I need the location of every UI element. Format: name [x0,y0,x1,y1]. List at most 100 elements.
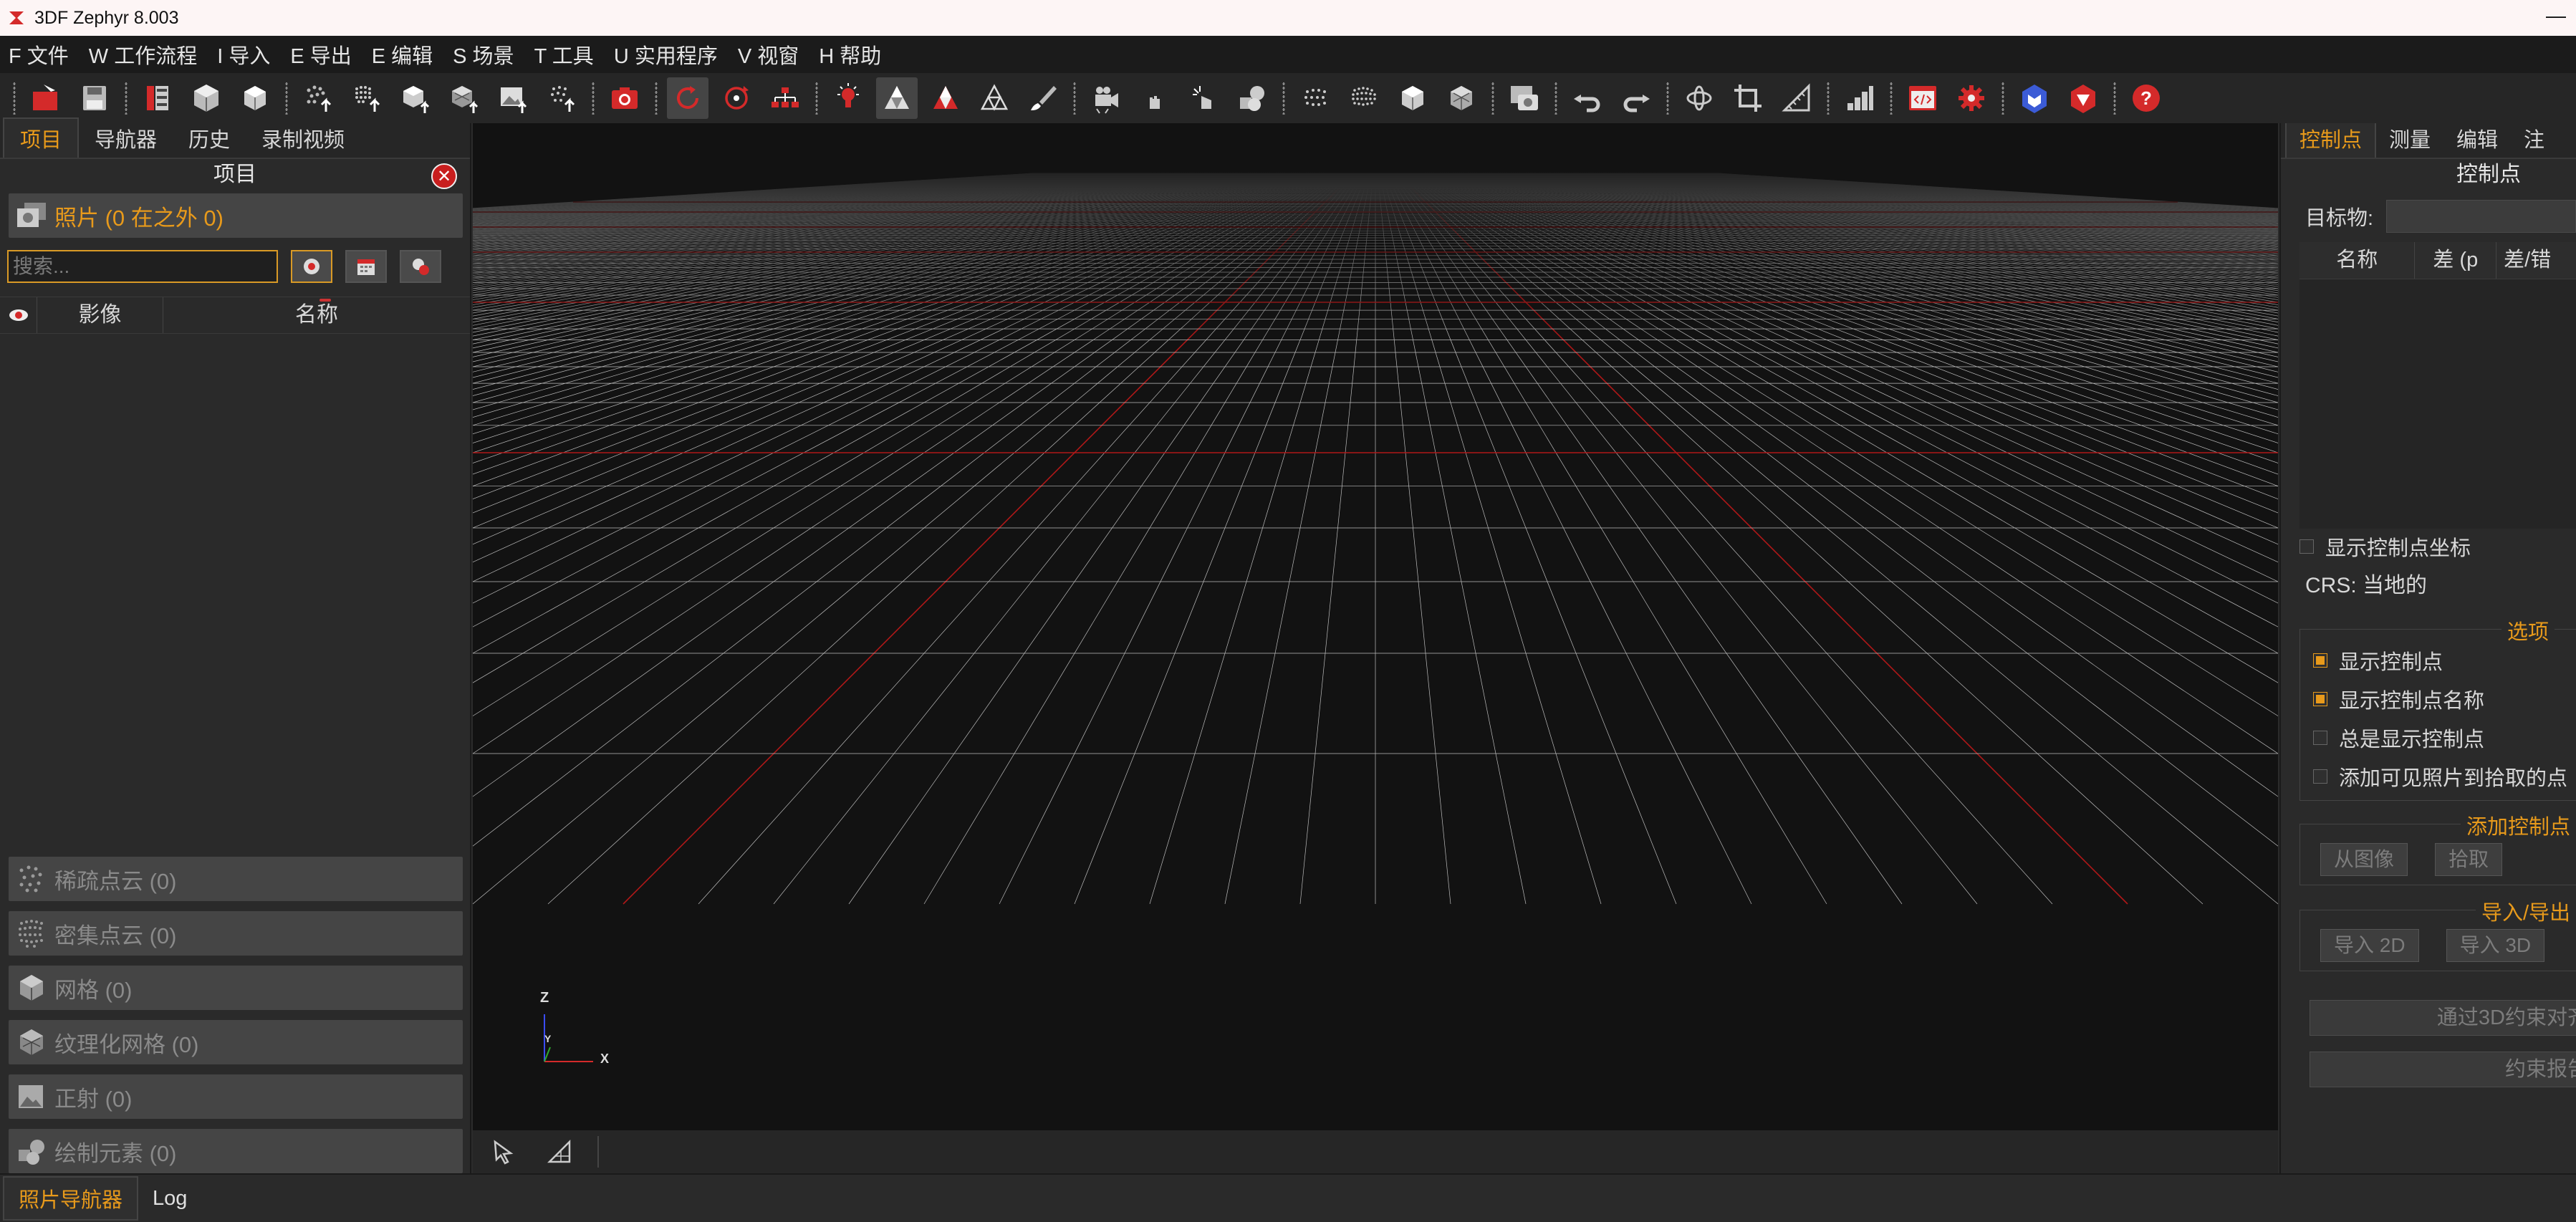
cp-error-column[interactable]: 差/错 [2496,242,2576,279]
tab-log[interactable]: Log [138,1181,201,1216]
network-icon[interactable] [764,77,806,119]
target-select[interactable] [2386,200,2576,233]
redo-icon[interactable] [1615,77,1657,119]
menu-scene[interactable]: S 场景 [453,39,514,69]
control-points-list[interactable] [2299,279,2576,529]
cp-name-column[interactable]: 名称 [2299,242,2416,279]
image-icon[interactable] [492,77,534,119]
tab-project[interactable]: 项目 [3,117,80,158]
option-checkbox[interactable] [2313,692,2327,706]
pick-button[interactable]: 拾取 [2435,843,2503,876]
close-panel-button[interactable]: ✕ [431,163,457,189]
tab-history[interactable]: 历史 [173,119,246,158]
mesh-textured-icon[interactable] [443,77,485,119]
measure-tool-icon[interactable] [542,1134,577,1170]
menu-tools[interactable]: T 工具 [534,39,594,69]
option-row[interactable]: 总是显示控制点 [2300,718,2576,757]
tab-measure[interactable]: 测量 [2376,123,2443,158]
wireframe-icon[interactable] [974,77,1015,119]
option-checkbox[interactable] [2313,653,2327,668]
bars-icon[interactable] [1839,77,1880,119]
shapes-icon[interactable] [1231,77,1273,119]
menu-workflow[interactable]: W 工作流程 [89,39,197,69]
ortho-section[interactable]: 正射 (0) [9,1074,463,1119]
cloud-dense-icon[interactable] [346,77,388,119]
photos-section[interactable]: 照片 (0 在之外 0) [9,193,463,238]
sparse-cloud-section[interactable]: 稀疏点云 (0) [9,857,463,901]
cp-diff-column[interactable]: 差 (p [2415,242,2497,279]
align-by-constraints-button[interactable]: 通过3D约束对齐 [2310,1000,2576,1036]
tab-edit[interactable]: 编辑 [2443,123,2511,158]
undo-icon[interactable] [1567,77,1608,119]
cloud-up-icon[interactable] [297,77,339,119]
points-icon[interactable] [1294,77,1336,119]
constraints-report-button[interactable]: 约束报告 [2310,1052,2576,1087]
tab-navigator[interactable]: 导航器 [79,119,173,158]
dense-points-icon[interactable] [1343,77,1385,119]
sparse-cube-icon[interactable] [186,77,227,119]
crop-icon[interactable] [1727,77,1769,119]
snapshot-icon[interactable] [1504,77,1545,119]
mesh-up-icon[interactable] [395,77,436,119]
tab-control-points[interactable]: 控制点 [2285,123,2377,158]
camera-path-icon[interactable] [1085,77,1127,119]
select-tool-icon[interactable] [486,1134,522,1170]
new-project-icon[interactable] [25,77,67,119]
menu-help[interactable]: H 帮助 [819,39,881,69]
drawing-elements-section[interactable]: 绘制元素 (0) [9,1129,463,1173]
from-image-button[interactable]: 从图像 [2320,843,2408,876]
3d-viewport[interactable]: Z Y X [473,123,2278,1173]
camera-icon[interactable] [604,77,645,119]
option-row[interactable]: 显示控制点 [2300,641,2576,680]
gear-icon[interactable] [1951,77,1992,119]
textured-mesh-section[interactable]: 纹理化网格 (0) [9,1020,463,1064]
menu-utilities[interactable]: U 实用程序 [614,39,718,69]
textured-mesh-icon[interactable] [1441,77,1482,119]
menu-edit[interactable]: E 编辑 [372,39,433,69]
cloud-edit-icon[interactable] [541,77,582,119]
name-column[interactable]: 名称 [163,297,470,333]
option-checkbox[interactable] [2313,769,2327,784]
menu-import[interactable]: I 导入 [217,39,270,69]
minimize-button[interactable]: — [2546,4,2566,27]
menu-export[interactable]: E 导出 [290,39,351,69]
calendar-button[interactable] [345,250,387,283]
code-icon[interactable] [1902,77,1943,119]
show-coords-row[interactable]: 显示控制点坐标 [2281,529,2576,564]
logo-blue-icon[interactable] [2014,77,2055,119]
photo-search-input[interactable] [7,250,278,283]
orbit-icon[interactable] [716,77,757,119]
hand-icon[interactable] [1134,77,1176,119]
cube-icon[interactable] [234,77,276,119]
help-icon[interactable]: ? [2125,77,2167,119]
measure-icon[interactable] [1776,77,1817,119]
image-column[interactable]: 影像 [37,297,163,333]
logo-red-icon[interactable] [2062,77,2104,119]
option-checkbox[interactable] [2313,731,2327,745]
rotate-icon[interactable] [667,77,708,119]
light-icon[interactable] [827,77,869,119]
tab-annotate[interactable]: 注 [2511,123,2557,158]
menu-file[interactable]: F 文件 [9,39,69,69]
camera-filter-button[interactable] [291,250,332,283]
import-3d-button[interactable]: 导入 3D [2446,929,2545,962]
save-icon[interactable] [74,77,115,119]
photo-strip-icon[interactable] [137,77,178,119]
option-row[interactable]: 添加可见照片到拾取的点 [2300,757,2576,796]
pointer-icon[interactable] [1183,77,1224,119]
brush-icon[interactable] [1022,77,1064,119]
visibility-column[interactable] [0,297,37,333]
gizmo-icon[interactable] [1678,77,1720,119]
menu-view[interactable]: V 视窗 [738,39,799,69]
show-coords-checkbox[interactable] [2299,539,2314,554]
tab-photo-navigator[interactable]: 照片导航器 [3,1176,139,1221]
mesh-section[interactable]: 网格 (0) [9,966,463,1010]
mesh-icon[interactable] [1392,77,1433,119]
shading-color-icon[interactable] [925,77,966,119]
shading-solid-icon[interactable] [876,77,918,119]
tab-record-video[interactable]: 录制视频 [246,119,360,158]
option-row[interactable]: 显示控制点名称 [2300,680,2576,718]
dense-cloud-section[interactable]: 密集点云 (0) [9,911,463,956]
import-2d-button[interactable]: 导入 2D [2320,929,2419,962]
filter-settings-button[interactable] [400,250,441,283]
